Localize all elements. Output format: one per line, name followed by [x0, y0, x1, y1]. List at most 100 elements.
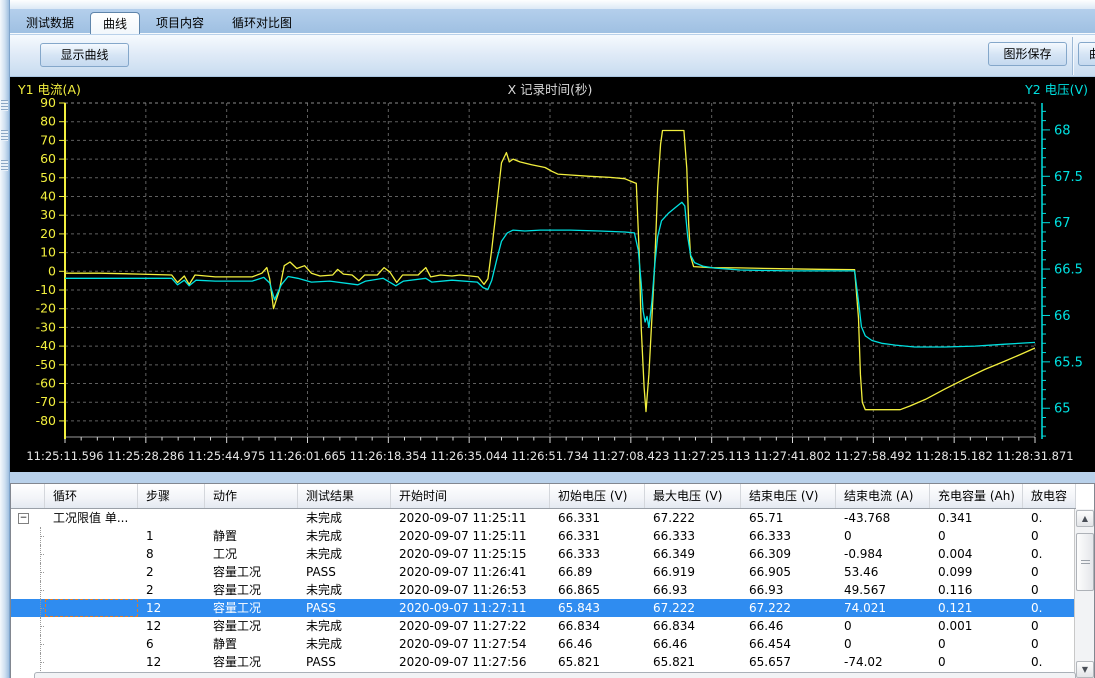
cell-5: 66.46	[550, 635, 645, 653]
window-top-strip	[10, 0, 1095, 9]
scrollbar-thumb[interactable]	[1076, 533, 1094, 591]
curve-chart[interactable]: 9080706050403020100-10-20-30-40-50-60-70…	[10, 77, 1095, 472]
cell-6: 66.333	[645, 527, 741, 545]
cell-2: 容量工况	[205, 653, 298, 671]
cell-4: 2020-09-07 11:25:15	[391, 545, 550, 563]
table-group-row[interactable]: −工况限值 单...未完成2020-09-07 11:25:1166.33167…	[11, 509, 1076, 527]
vertical-scrollbar[interactable]: ▲ ▼	[1074, 509, 1094, 678]
tab-project-content[interactable]: 项目内容	[144, 12, 216, 34]
tab-cycle-comparison[interactable]: 循环对比图	[220, 12, 304, 34]
save-graphic-button[interactable]: 图形保存	[988, 42, 1067, 66]
cell-4: 2020-09-07 11:27:22	[391, 617, 550, 635]
cell-8: -0.984	[836, 545, 930, 563]
cell-5: 66.865	[550, 581, 645, 599]
cell-8: 0	[836, 527, 930, 545]
cell-0	[45, 635, 138, 653]
cell-4: 2020-09-07 11:27:56	[391, 653, 550, 671]
table-row[interactable]: 2容量工况未完成2020-09-07 11:26:5366.86566.9366…	[11, 581, 1076, 599]
cell-0	[45, 545, 138, 563]
tree-cell	[11, 563, 45, 581]
table-row[interactable]: 12容量工况PASS2020-09-07 11:27:5665.82165.82…	[11, 653, 1076, 671]
table-row[interactable]: 8工况未完成2020-09-07 11:25:1566.33366.34966.…	[11, 545, 1076, 563]
cell-1: 12	[138, 617, 205, 635]
svg-text:11:25:44.975: 11:25:44.975	[188, 449, 265, 463]
table-row[interactable]: 1静置未完成2020-09-07 11:25:1166.33166.33366.…	[11, 527, 1076, 545]
cell-6: 66.46	[645, 635, 741, 653]
svg-text:66.5: 66.5	[1054, 263, 1083, 278]
tree-cell	[11, 545, 45, 563]
column-header-0[interactable]	[11, 484, 45, 508]
results-table: 循环步骤动作测试结果开始时间初始电压 (V)最大电压 (V)结束电压 (V)结束…	[10, 483, 1095, 678]
cell-9: 0.099	[930, 563, 1023, 581]
cell-0	[45, 563, 138, 581]
column-header-7[interactable]: 最大电压 (V)	[645, 484, 741, 508]
cell-9: 0	[930, 635, 1023, 653]
cell-4: 2020-09-07 11:25:11	[391, 527, 550, 545]
cell-1	[138, 509, 205, 527]
column-header-9[interactable]: 结束电流 (A)	[836, 484, 930, 508]
svg-text:11:27:58.492: 11:27:58.492	[835, 449, 912, 463]
svg-text:80: 80	[40, 114, 56, 129]
cell-9: 0.001	[930, 617, 1023, 635]
column-header-11[interactable]: 放电容	[1023, 484, 1076, 508]
column-header-10[interactable]: 充电容量 (Ah)	[930, 484, 1023, 508]
cell-7: 66.905	[741, 563, 836, 581]
svg-text:0: 0	[48, 263, 56, 278]
table-row[interactable]: 12容量工况PASS2020-09-07 11:27:1165.84367.22…	[11, 599, 1076, 617]
cell-10: 0.	[1023, 509, 1076, 527]
table-row[interactable]: 12容量工况未完成2020-09-07 11:27:2266.83466.834…	[11, 617, 1076, 635]
svg-text:X 记录时间(秒): X 记录时间(秒)	[508, 82, 593, 97]
cell-3: 未完成	[298, 509, 391, 527]
tab-curve[interactable]: 曲线	[90, 12, 140, 34]
column-header-8[interactable]: 结束电压 (V)	[741, 484, 836, 508]
svg-text:65: 65	[1054, 402, 1071, 417]
svg-text:11:27:08.423: 11:27:08.423	[592, 449, 669, 463]
cell-2: 静置	[205, 635, 298, 653]
cell-5: 66.333	[550, 545, 645, 563]
column-header-2[interactable]: 步骤	[138, 484, 205, 508]
cell-6: 67.222	[645, 509, 741, 527]
cell-6: 66.834	[645, 617, 741, 635]
cell-10: 0	[1023, 527, 1076, 545]
cell-6: 66.349	[645, 545, 741, 563]
cell-7: 67.222	[741, 599, 836, 617]
svg-text:11:28:31.871: 11:28:31.871	[996, 449, 1073, 463]
svg-text:11:26:35.044: 11:26:35.044	[431, 449, 508, 463]
tree-cell	[11, 653, 45, 671]
panel-gripper-icon	[1, 130, 8, 141]
table-row[interactable]: 6静置未完成2020-09-07 11:27:5466.4666.4666.45…	[11, 635, 1076, 653]
panel-gripper-icon	[1, 100, 8, 111]
cell-9: 0.116	[930, 581, 1023, 599]
collapsed-side-panel[interactable]	[0, 0, 10, 678]
cell-4: 2020-09-07 11:27:11	[391, 599, 550, 617]
scroll-up-button[interactable]: ▲	[1076, 510, 1094, 527]
table-row[interactable]: 2容量工况PASS2020-09-07 11:26:4166.8966.9196…	[11, 563, 1076, 581]
svg-text:11:25:11.596: 11:25:11.596	[26, 449, 103, 463]
tab-test-data[interactable]: 测试数据	[14, 12, 86, 34]
show-curve-button[interactable]: 显示曲线	[40, 43, 129, 67]
column-header-3[interactable]: 动作	[205, 484, 298, 508]
cell-3: PASS	[298, 599, 391, 617]
collapse-expand-icon[interactable]: −	[18, 513, 29, 524]
cell-7: 66.93	[741, 581, 836, 599]
battery-test-app: 测试数据 曲线 项目内容 循环对比图 显示曲线 图形保存 曲 908070605…	[0, 0, 1095, 678]
svg-text:10: 10	[40, 245, 56, 260]
cell-8: 74.021	[836, 599, 930, 617]
table-header-row: 循环步骤动作测试结果开始时间初始电压 (V)最大电压 (V)结束电压 (V)结束…	[11, 484, 1076, 509]
cell-5: 66.331	[550, 527, 645, 545]
svg-text:70: 70	[40, 132, 56, 147]
panel-gripper-icon	[1, 160, 8, 171]
curve-settings-button-truncated[interactable]: 曲	[1078, 42, 1095, 66]
svg-text:11:26:01.665: 11:26:01.665	[269, 449, 346, 463]
column-header-4[interactable]: 测试结果	[298, 484, 391, 508]
column-header-5[interactable]: 开始时间	[391, 484, 550, 508]
cell-7: 65.657	[741, 653, 836, 671]
cell-8: -43.768	[836, 509, 930, 527]
cell-0	[45, 581, 138, 599]
horizontal-scrollbar[interactable]	[34, 672, 1076, 678]
svg-text:-70: -70	[36, 394, 56, 409]
toolbar: 显示曲线 图形保存 曲	[10, 35, 1095, 77]
column-header-1[interactable]: 循环	[45, 484, 138, 508]
column-header-6[interactable]: 初始电压 (V)	[550, 484, 645, 508]
scroll-down-button[interactable]: ▼	[1076, 661, 1094, 678]
